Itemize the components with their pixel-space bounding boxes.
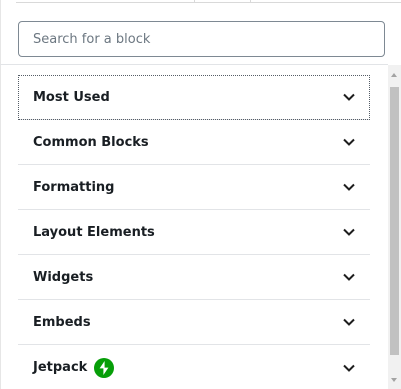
search-divider [0, 64, 388, 65]
category-label: Common Blocks [33, 134, 149, 150]
category-widgets[interactable]: Widgets [18, 255, 370, 300]
category-label: Jetpack [33, 360, 88, 375]
chevron-down-icon [343, 273, 355, 281]
category-label: Embeds [33, 314, 91, 330]
category-embeds[interactable]: Embeds [18, 300, 370, 345]
chevron-down-icon [343, 318, 355, 326]
scroll-down-arrow-icon[interactable] [391, 378, 397, 382]
category-label: Formatting [33, 179, 115, 195]
category-list-scrollbar[interactable] [388, 65, 401, 389]
chevron-down-icon [343, 364, 355, 372]
category-label: Most Used [33, 89, 110, 105]
chevron-down-icon [343, 228, 355, 236]
tab-strip-remnant [0, 0, 401, 3]
category-layout-elements[interactable]: Layout Elements [18, 210, 370, 255]
chevron-down-icon [343, 93, 355, 101]
category-formatting[interactable]: Formatting [18, 165, 370, 210]
block-category-list: Most Used Common Blocks Formatting Layou… [18, 75, 370, 389]
chevron-down-icon [343, 183, 355, 191]
block-search-input[interactable] [18, 21, 385, 57]
chevron-down-icon [343, 138, 355, 146]
jetpack-logo-icon [94, 357, 115, 378]
panel-left-border [0, 0, 1, 389]
scroll-up-arrow-icon[interactable] [391, 73, 397, 77]
category-jetpack[interactable]: Jetpack [18, 345, 370, 389]
block-inserter-panel: Most Used Common Blocks Formatting Layou… [0, 0, 401, 389]
category-common-blocks[interactable]: Common Blocks [18, 120, 370, 165]
scrollbar-thumb[interactable] [390, 87, 399, 355]
category-label: Widgets [33, 269, 94, 285]
category-label: Layout Elements [33, 224, 155, 240]
category-most-used[interactable]: Most Used [18, 75, 370, 120]
